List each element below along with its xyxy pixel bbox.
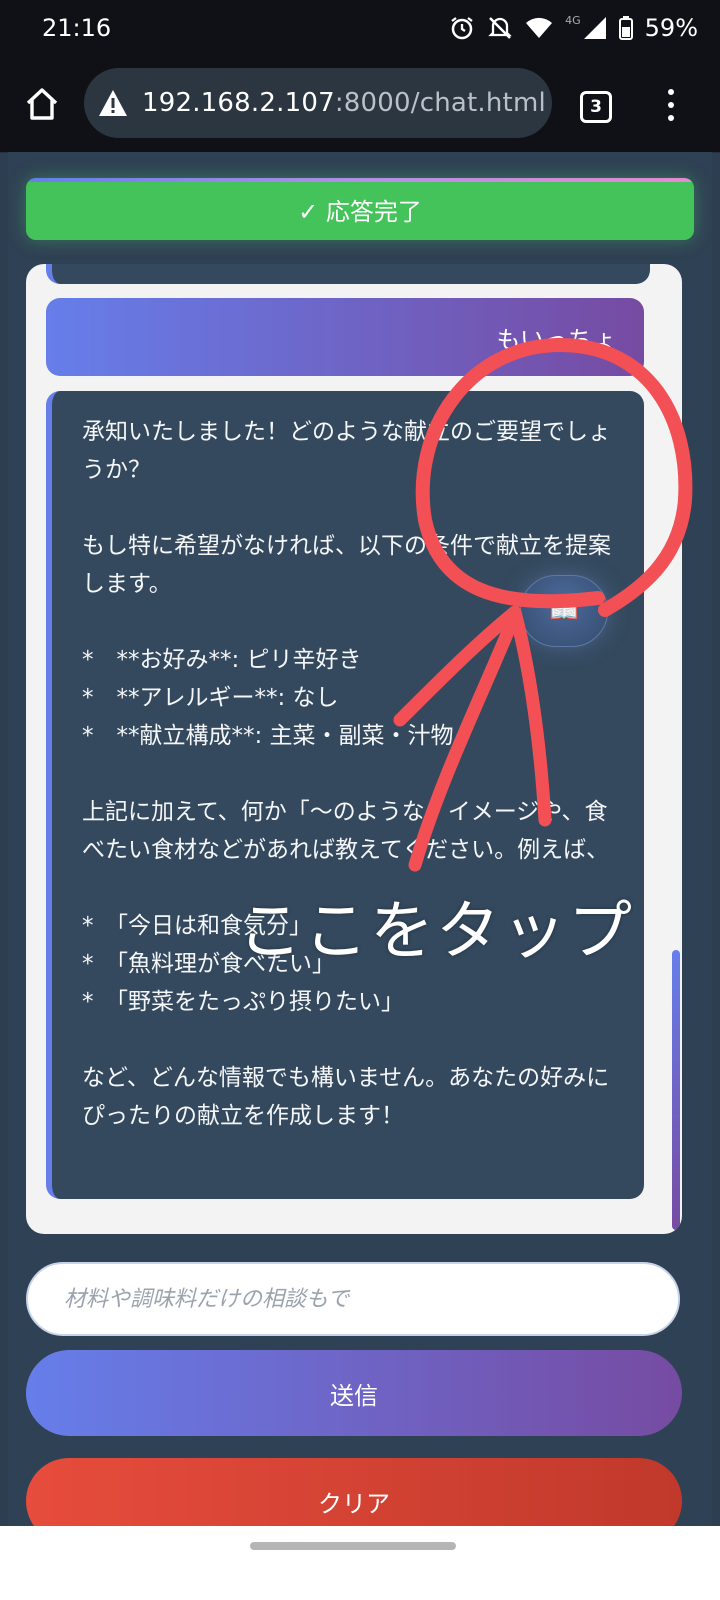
tab-count: 3 <box>590 97 602 117</box>
send-button[interactable]: 送信 <box>26 1350 682 1436</box>
message-input[interactable] <box>62 1285 626 1313</box>
warning-icon[interactable] <box>98 89 128 117</box>
previous-bot-message <box>46 264 650 284</box>
cellular-icon <box>583 17 606 39</box>
chat-page: ✓ 応答完了 もいっちょ 承知いたしました！どのような献立のご要望でしょうか？ … <box>8 152 712 1556</box>
menu-icon[interactable] <box>666 86 676 122</box>
mute-icon <box>488 17 512 39</box>
network-type: 4G <box>565 13 581 27</box>
battery-icon <box>618 16 633 40</box>
status-banner: ✓ 応答完了 <box>26 178 694 240</box>
user-message: もいっちょ <box>46 298 644 376</box>
status-time: 21:16 <box>42 14 112 42</box>
annotation-text: ここをタップ <box>238 895 634 969</box>
chat-scrollbar[interactable] <box>672 950 680 1230</box>
alarm-icon <box>451 17 473 40</box>
gesture-handle[interactable] <box>250 1542 456 1550</box>
recipe-book-button[interactable]: 📖 <box>520 575 608 647</box>
chat-container[interactable]: もいっちょ 承知いたしました！どのような献立のご要望でしょうか？ もし特に希望が… <box>26 264 682 1234</box>
status-bar: 21:16 4G 59% <box>0 0 720 56</box>
home-icon[interactable] <box>24 86 60 122</box>
address-bar[interactable]: 192.168.2.107:8000/chat.html <box>84 68 552 138</box>
browser-toolbar: 192.168.2.107:8000/chat.html 3 <box>0 56 720 153</box>
message-input-wrapper[interactable] <box>26 1262 680 1336</box>
tabs-button[interactable]: 3 <box>580 91 612 123</box>
user-message-text: もいっちょ <box>496 325 616 354</box>
battery-level: 59% <box>644 14 698 42</box>
wifi-icon <box>526 17 553 38</box>
book-icon: 📖 <box>549 597 579 625</box>
url-text[interactable]: 192.168.2.107:8000/chat.html <box>142 88 546 118</box>
url-host: 192.168.2.107 <box>142 88 335 118</box>
bot-message: 承知いたしました！どのような献立のご要望でしょうか？ もし特に希望がなければ、以… <box>46 391 644 1199</box>
url-path: :8000/chat.html <box>334 88 546 118</box>
status-icons: 4G 59% <box>449 14 698 42</box>
navigation-bar <box>0 1526 720 1600</box>
